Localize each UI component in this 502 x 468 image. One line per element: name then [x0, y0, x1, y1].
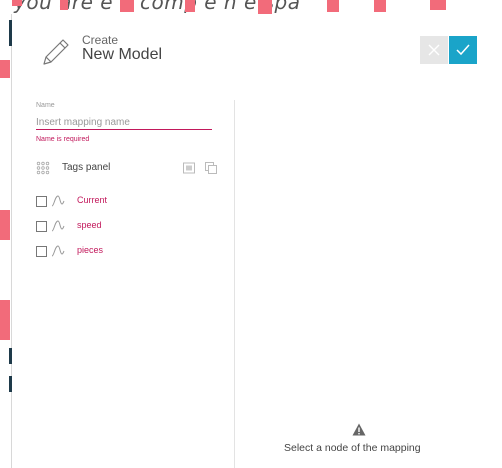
signal-wave-icon — [51, 220, 65, 232]
warning-icon — [352, 423, 366, 436]
pencil-icon — [43, 39, 69, 65]
tag-item[interactable]: Current — [36, 194, 216, 208]
close-icon — [428, 44, 440, 56]
dialog-title: New Model — [82, 46, 163, 63]
background-left-edge — [0, 0, 12, 468]
signal-wave-icon — [51, 245, 65, 257]
panel-divider — [234, 100, 235, 468]
check-icon — [456, 44, 470, 56]
name-input[interactable] — [36, 115, 212, 130]
background-shape — [258, 0, 272, 14]
select-all-icon[interactable] — [182, 161, 196, 175]
background-shape — [327, 0, 339, 12]
tag-item[interactable]: pieces — [36, 244, 216, 258]
name-field-label: Name — [36, 102, 55, 109]
cancel-button[interactable] — [420, 36, 448, 64]
tag-label: speed — [77, 220, 102, 230]
drag-handle-icon[interactable] — [36, 161, 50, 175]
create-model-dialog: Create New Model Name Name is required T… — [12, 14, 502, 468]
tag-label: pieces — [77, 245, 104, 255]
name-error-message: Name is required — [36, 136, 90, 143]
signal-wave-icon — [51, 195, 65, 207]
confirm-button[interactable] — [449, 36, 477, 64]
background-shape — [430, 0, 446, 10]
background-strip: g you are e n comp e n e spa — [0, 0, 502, 14]
tag-checkbox[interactable] — [36, 221, 47, 232]
tags-panel-title: Tags panel — [62, 162, 111, 173]
background-shape — [374, 0, 386, 12]
tag-checkbox[interactable] — [36, 246, 47, 257]
background-shape — [185, 0, 195, 12]
tag-checkbox[interactable] — [36, 196, 47, 207]
tags-panel-header: Tags panel — [36, 160, 226, 176]
background-text: g you are e n comp e n e spa — [0, 0, 301, 14]
tag-label: Current — [77, 195, 108, 205]
empty-state-message: Select a node of the mapping — [284, 442, 421, 454]
background-shape — [120, 0, 134, 12]
background-shape — [60, 0, 68, 10]
tag-item[interactable]: speed — [36, 219, 216, 233]
copy-icon[interactable] — [204, 161, 218, 175]
dialog-subtitle: Create — [82, 33, 119, 47]
